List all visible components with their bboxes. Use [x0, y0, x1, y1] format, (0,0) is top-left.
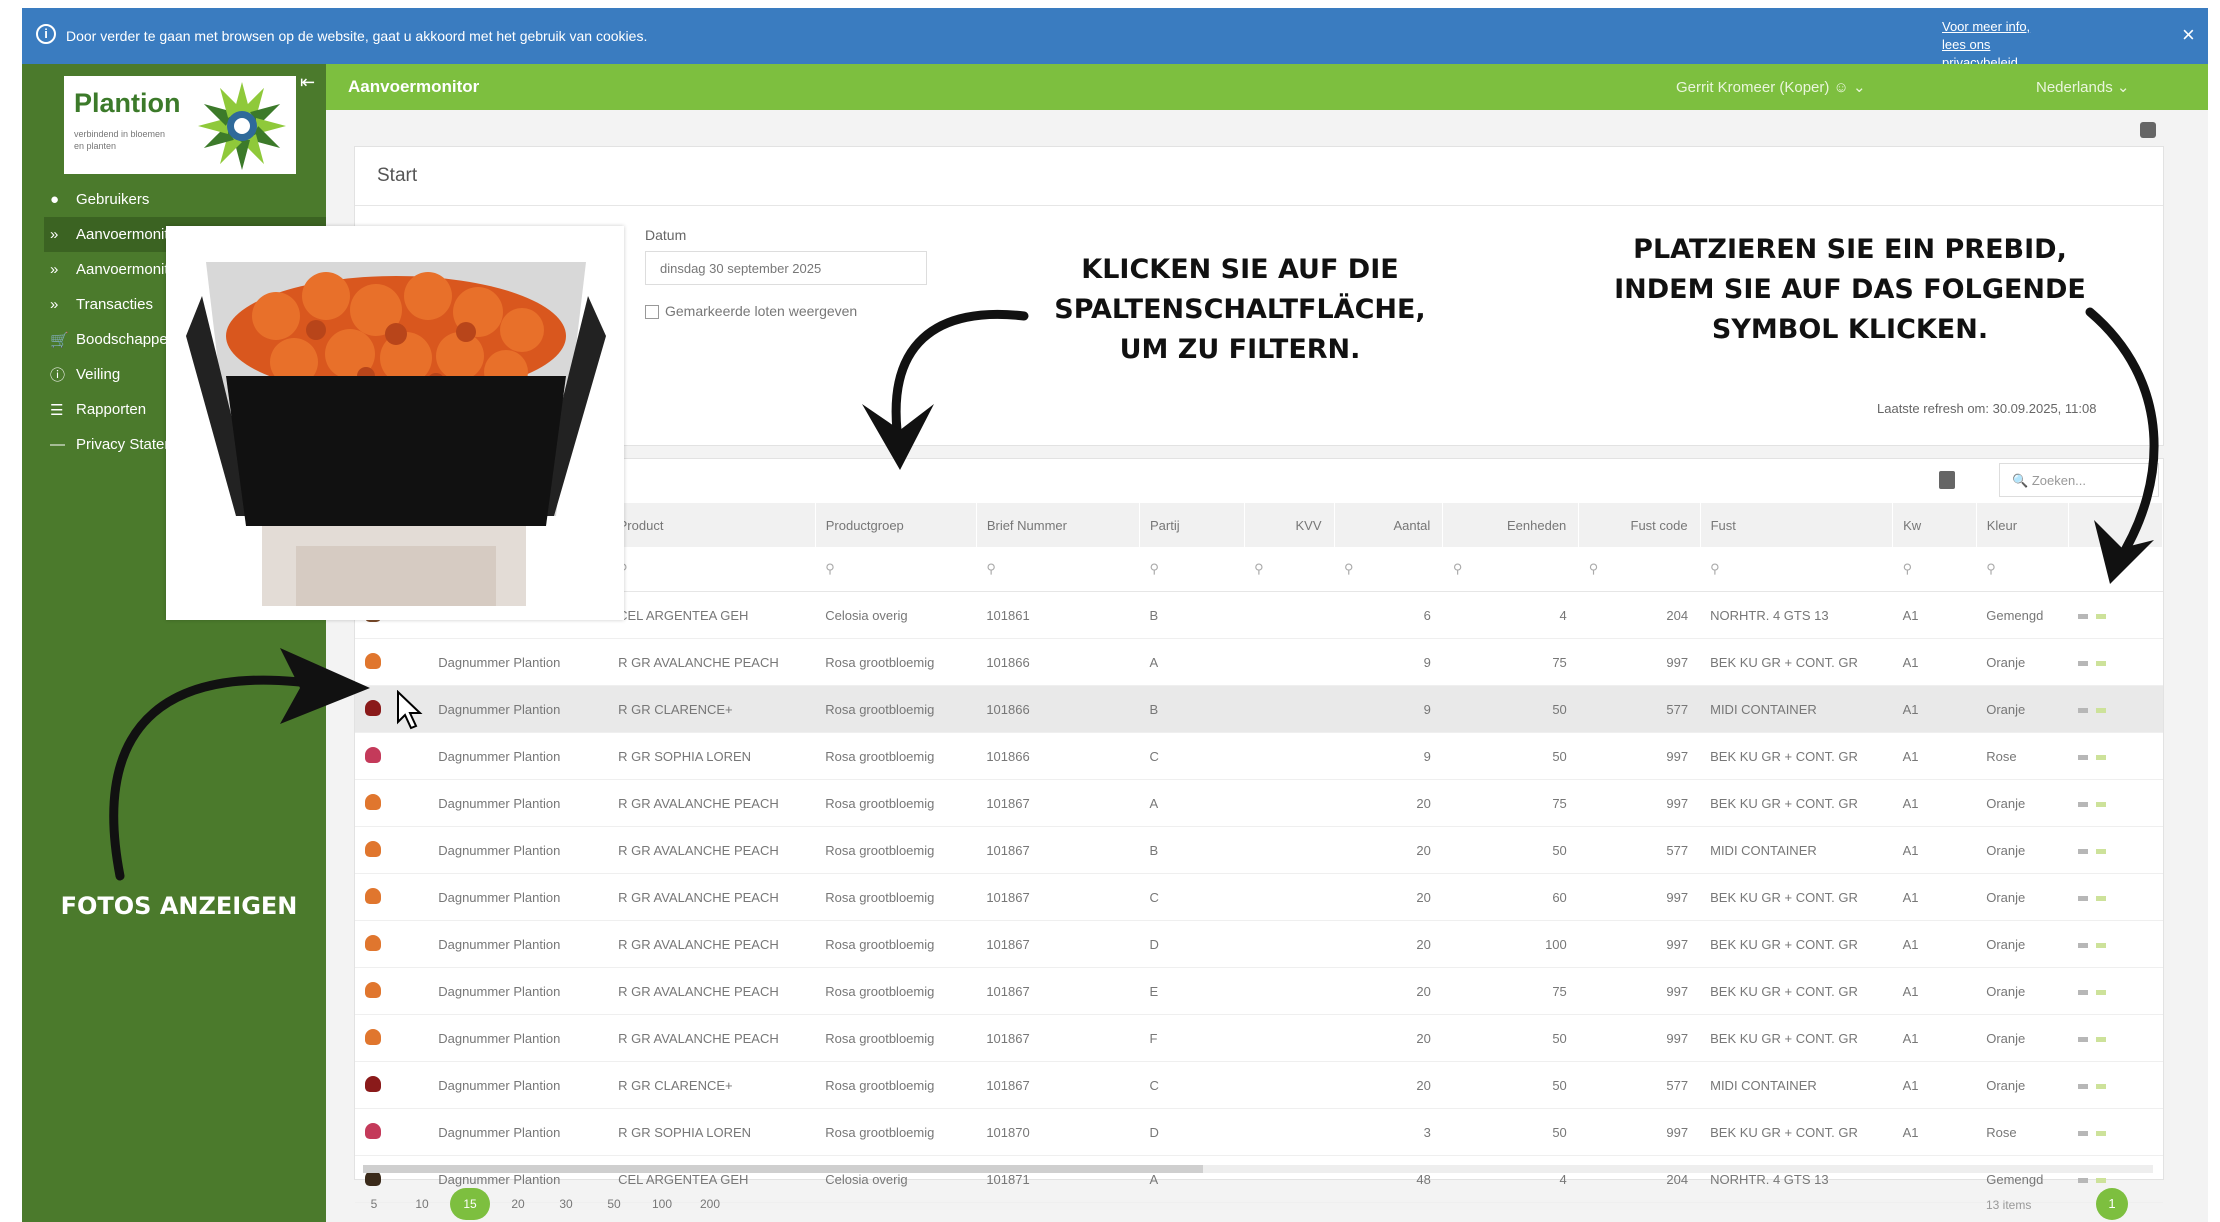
prebid-arrow: [2085, 307, 2159, 567]
prebid-arrow-head: [2094, 520, 2154, 584]
mouse-cursor-icon: [397, 690, 423, 730]
annotation-arrows: [109, 307, 2159, 881]
fotos-arrow-head: [280, 648, 370, 724]
